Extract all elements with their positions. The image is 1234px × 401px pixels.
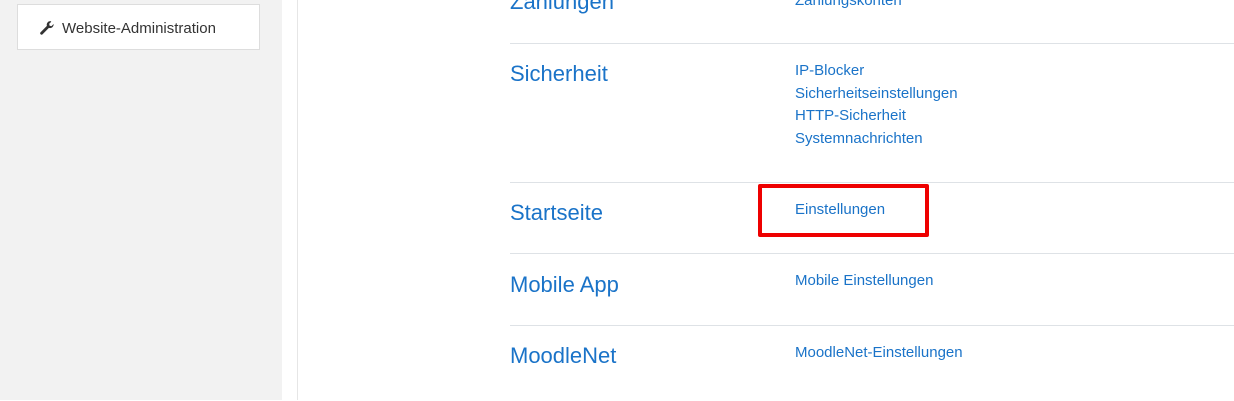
section-moodlenet: MoodleNet MoodleNet-Einstellungen	[510, 325, 1234, 401]
list-item: IP-Blocker	[795, 60, 958, 83]
section-mobile-app: Mobile App Mobile Einstellungen	[510, 253, 1234, 326]
list-item: Zahlungskonten	[795, 0, 902, 13]
link-systemnachrichten[interactable]: Systemnachrichten	[795, 130, 923, 147]
link-zahlungskonten[interactable]: Zahlungskonten	[795, 0, 902, 9]
links-zahlungen: Zahlungskonten	[795, 0, 902, 13]
list-item: Systemnachrichten	[795, 128, 958, 151]
section-title-zahlungen[interactable]: Zahlungen	[510, 0, 614, 15]
section-sicherheit: Sicherheit IP-Blocker Sicherheitseinstel…	[510, 43, 1234, 183]
content-divider	[297, 0, 298, 400]
links-moodlenet: MoodleNet-Einstellungen	[795, 342, 963, 365]
link-moodlenet-einstellungen[interactable]: MoodleNet-Einstellungen	[795, 344, 963, 361]
sidebar-item-label: Website-Administration	[62, 20, 216, 37]
list-item: HTTP-Sicherheit	[795, 105, 958, 128]
list-item: MoodleNet-Einstellungen	[795, 342, 963, 365]
list-item: Sicherheitseinstellungen	[795, 83, 958, 106]
wrench-icon	[40, 21, 54, 35]
link-http-sicherheit[interactable]: HTTP-Sicherheit	[795, 107, 906, 124]
link-ip-blocker[interactable]: IP-Blocker	[795, 62, 864, 79]
section-title-startseite[interactable]: Startseite	[510, 200, 603, 226]
link-mobile-einstellungen[interactable]: Mobile Einstellungen	[795, 272, 933, 289]
list-item: Mobile Einstellungen	[795, 270, 933, 293]
section-title-sicherheit[interactable]: Sicherheit	[510, 61, 608, 87]
highlight-box	[758, 184, 929, 237]
section-zahlungen: Zahlungen Zahlungskonten	[510, 0, 1234, 43]
section-title-moodlenet[interactable]: MoodleNet	[510, 343, 616, 369]
sidebar: Website-Administration	[0, 0, 282, 400]
links-mobile-app: Mobile Einstellungen	[795, 270, 933, 293]
links-sicherheit: IP-Blocker Sicherheitseinstellungen HTTP…	[795, 60, 958, 150]
section-title-mobile-app[interactable]: Mobile App	[510, 272, 619, 298]
sidebar-item-website-administration[interactable]: Website-Administration	[17, 4, 260, 50]
link-sicherheitseinstellungen[interactable]: Sicherheitseinstellungen	[795, 85, 958, 102]
